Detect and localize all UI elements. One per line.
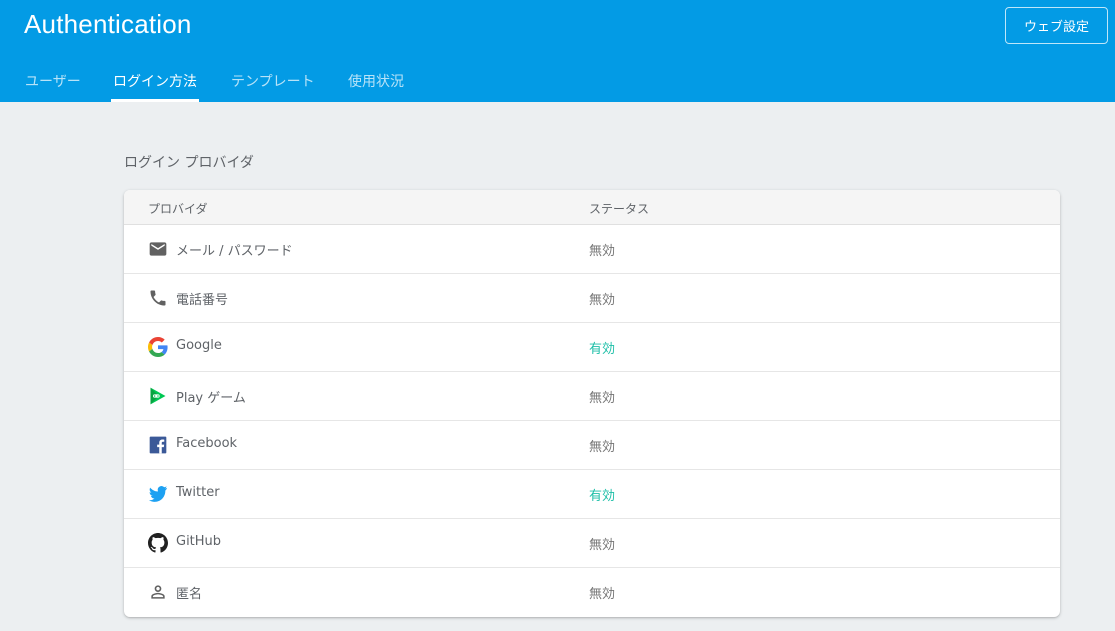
provider-status: 有効 (589, 489, 616, 504)
tab-usage[interactable]: 使用状況 (348, 60, 404, 102)
provider-row-facebook[interactable]: Facebook 無効 (124, 421, 1060, 470)
provider-status: 無効 (589, 391, 616, 406)
provider-status: 無効 (589, 587, 616, 602)
column-header-provider: プロバイダ (148, 202, 208, 216)
provider-row-email[interactable]: メール / パスワード 無効 (124, 225, 1060, 274)
anonymous-person-icon (148, 582, 168, 602)
provider-name: 電話番号 (176, 293, 229, 308)
tab-templates[interactable]: テンプレート (231, 60, 315, 102)
provider-status: 無効 (589, 293, 616, 308)
page-title: Authentication (24, 9, 192, 39)
phone-icon (148, 288, 168, 308)
provider-status: 無効 (589, 244, 616, 259)
provider-row-phone[interactable]: 電話番号 無効 (124, 274, 1060, 323)
provider-name: GitHub (176, 534, 222, 549)
facebook-icon (148, 435, 168, 455)
providers-table: プロバイダ ステータス メール / パスワード 無効 電話番号 無効 Googl… (124, 190, 1060, 617)
provider-status: 有効 (589, 342, 616, 357)
app-header: Authentication ウェブ設定 ユーザー ログイン方法 テンプレート … (0, 0, 1115, 102)
provider-name: Google (176, 338, 222, 353)
twitter-icon (148, 484, 168, 504)
provider-status: 無効 (589, 538, 616, 553)
provider-name: Twitter (176, 485, 220, 500)
provider-name: Facebook (176, 436, 238, 451)
tab-users[interactable]: ユーザー (25, 60, 81, 102)
section-title: ログイン プロバイダ (124, 155, 254, 171)
google-icon (148, 337, 168, 357)
provider-row-play-games[interactable]: Play ゲーム 無効 (124, 372, 1060, 421)
provider-name: 匿名 (176, 587, 203, 602)
table-header: プロバイダ ステータス (124, 190, 1060, 225)
play-games-icon (148, 386, 168, 406)
provider-name: メール / パスワード (176, 244, 293, 259)
web-settings-button[interactable]: ウェブ設定 (1005, 7, 1108, 44)
provider-row-google[interactable]: Google 有効 (124, 323, 1060, 372)
provider-name: Play ゲーム (176, 391, 246, 406)
github-icon (148, 533, 168, 553)
provider-row-github[interactable]: GitHub 無効 (124, 519, 1060, 568)
provider-row-anonymous[interactable]: 匿名 無効 (124, 568, 1060, 617)
provider-status: 無効 (589, 440, 616, 455)
provider-row-twitter[interactable]: Twitter 有効 (124, 470, 1060, 519)
tab-sign-in-method[interactable]: ログイン方法 (111, 60, 199, 102)
email-icon (148, 239, 168, 259)
column-header-status: ステータス (589, 202, 650, 216)
